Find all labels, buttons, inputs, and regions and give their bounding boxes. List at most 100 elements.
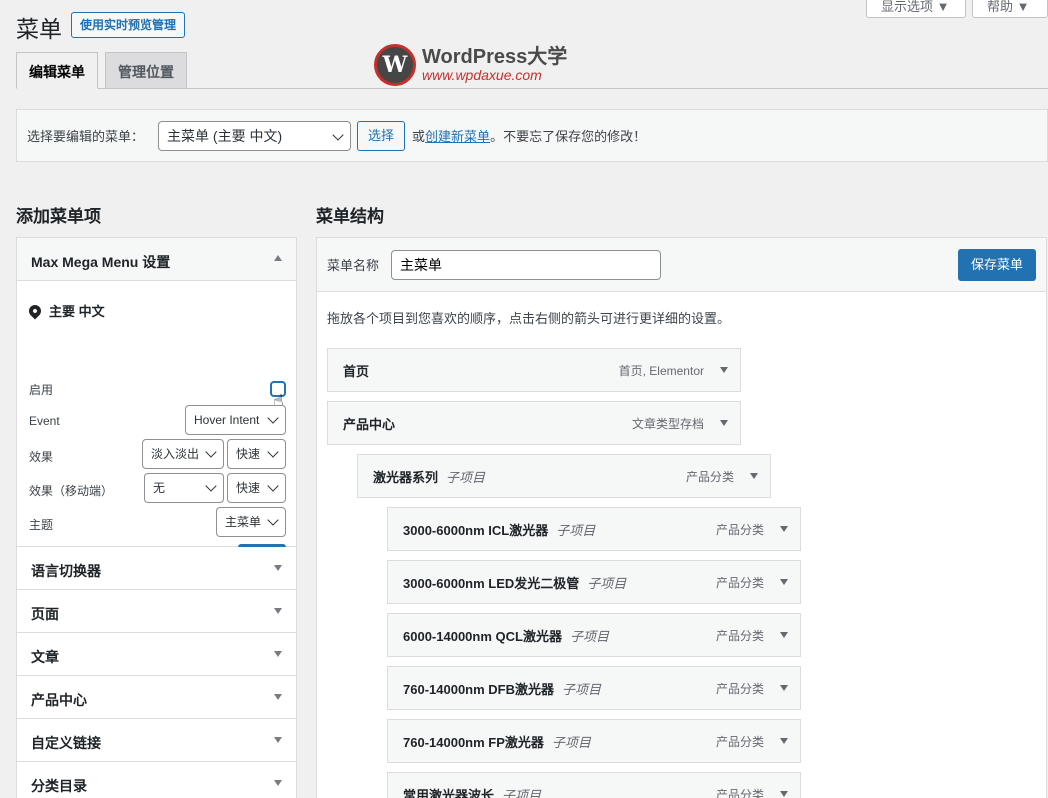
- panel-pages[interactable]: 页面: [17, 590, 296, 633]
- select-menu-button[interactable]: 选择: [357, 120, 406, 151]
- mobile-effect-speed-select[interactable]: 快速: [227, 473, 286, 503]
- menu-item[interactable]: 产品中心 文章类型存档: [327, 401, 741, 445]
- event-select[interactable]: Hover Intent: [185, 405, 286, 435]
- menu-item-title: 6000-14000nm QCL激光器: [403, 628, 562, 644]
- menu-item-title: 首页: [343, 363, 370, 379]
- menu-item-subitem-tag: 子项目: [562, 681, 602, 697]
- theme-label: 主题: [29, 518, 54, 532]
- menu-item-type: 首页, Elementor: [618, 363, 704, 378]
- menu-item-subitem-tag: 子项目: [551, 734, 591, 750]
- tabs-divider: [16, 88, 1048, 89]
- menu-item[interactable]: 首页 首页, Elementor: [327, 348, 741, 392]
- add-menu-items-panel: Max Mega Menu 设置 主要 中文 启用 ☝ Event Hover …: [16, 237, 297, 798]
- theme-select[interactable]: 主菜单: [216, 507, 286, 537]
- expand-arrow-icon[interactable]: [274, 737, 282, 743]
- watermark-logo: W WordPress大学 www.wpdaxue.com: [374, 44, 567, 86]
- menu-item[interactable]: 760-14000nm DFB激光器 子项目 产品分类: [387, 666, 801, 710]
- logo-brand-text: WordPress大学: [422, 46, 568, 68]
- menu-item-type: 产品分类: [715, 628, 764, 643]
- mobile-effect-label: 效果（移动端）: [29, 484, 114, 498]
- menu-item[interactable]: 3000-6000nm ICL激光器 子项目 产品分类: [387, 507, 801, 551]
- expand-arrow-icon[interactable]: [780, 632, 788, 638]
- menu-item-title: 3000-6000nm ICL激光器: [403, 522, 549, 538]
- menu-item-type: 产品分类: [715, 575, 764, 590]
- logo-url-text: www.wpdaxue.com: [422, 67, 542, 83]
- collapse-arrow-icon[interactable]: [274, 255, 282, 261]
- add-menu-items-title: 添加菜单项: [16, 207, 101, 226]
- menu-item-title: 激光器系列: [373, 469, 439, 485]
- event-label: Event: [29, 414, 60, 428]
- help-button[interactable]: 帮助 ▼: [972, 0, 1048, 18]
- expand-arrow-icon[interactable]: [780, 579, 788, 585]
- effect-select[interactable]: 淡入淡出: [142, 439, 224, 469]
- menu-item-type: 文章类型存档: [631, 416, 704, 431]
- menu-item-subitem-tag: 子项目: [587, 575, 627, 591]
- tab-edit-menu[interactable]: 编辑菜单: [16, 52, 98, 89]
- menu-item-title: 3000-6000nm LED发光二极管: [403, 575, 580, 591]
- menu-item-title: 产品中心: [343, 416, 396, 432]
- menu-item-type: 产品分类: [715, 787, 764, 798]
- expand-arrow-icon[interactable]: [780, 791, 788, 797]
- panel-products[interactable]: 产品中心: [17, 676, 296, 719]
- chevron-down-icon: [267, 514, 279, 526]
- menu-instructions: 拖放各个项目到您喜欢的顺序，点击右侧的箭头可进行更详细的设置。: [327, 311, 731, 326]
- expand-arrow-icon[interactable]: [274, 608, 282, 614]
- menu-item[interactable]: 6000-14000nm QCL激光器 子项目 产品分类: [387, 613, 801, 657]
- menu-item[interactable]: 激光器系列 子项目 产品分类: [357, 454, 771, 498]
- menu-item[interactable]: 3000-6000nm LED发光二极管 子项目 产品分类: [387, 560, 801, 604]
- chevron-down-icon: [205, 446, 217, 458]
- screen-meta: 显示选项 ▼ 帮助 ▼: [866, 0, 1048, 18]
- expand-arrow-icon[interactable]: [720, 367, 728, 373]
- menu-item-type: 产品分类: [715, 734, 764, 749]
- effect-speed-select[interactable]: 快速: [227, 439, 286, 469]
- menu-select-value: 主菜单 (主要 中文): [167, 127, 283, 144]
- menu-item-subitem-tag: 子项目: [446, 469, 486, 485]
- expand-arrow-icon[interactable]: [274, 651, 282, 657]
- live-preview-button[interactable]: 使用实时预览管理: [71, 12, 186, 38]
- save-menu-button[interactable]: 保存菜单: [958, 249, 1036, 281]
- panel-custom-links[interactable]: 自定义链接: [17, 719, 296, 762]
- menu-item-subitem-tag: 子项目: [569, 628, 609, 644]
- menu-name-header: 菜单名称 保存菜单: [317, 238, 1046, 292]
- panel-categories[interactable]: 分类目录: [17, 762, 296, 798]
- chevron-down-icon: [267, 412, 279, 424]
- expand-arrow-icon[interactable]: [750, 473, 758, 479]
- menu-item-type: 产品分类: [715, 522, 764, 537]
- location-pin-icon: [26, 302, 44, 319]
- chevron-down-icon: [205, 480, 217, 492]
- mobile-effect-select[interactable]: 无: [144, 473, 224, 503]
- menu-item-title: 常用激光器波长: [403, 787, 495, 798]
- expand-arrow-icon[interactable]: [780, 685, 788, 691]
- menu-item-title: 760-14000nm DFB激光器: [403, 681, 554, 697]
- chevron-down-icon: [267, 446, 279, 458]
- menu-structure-title: 菜单结构: [316, 207, 384, 226]
- panel-posts[interactable]: 文章: [17, 633, 296, 676]
- menu-select-bar: 选择要编辑的菜单： 主菜单 (主要 中文) 选择 或创建新菜单。不要忘了保存您的…: [16, 109, 1048, 162]
- menu-location: 主要 中文: [26, 301, 286, 320]
- mega-menu-settings-header[interactable]: Max Mega Menu 设置: [17, 238, 296, 281]
- menu-name-input[interactable]: [391, 249, 662, 280]
- tab-manage-locations[interactable]: 管理位置: [105, 52, 187, 88]
- expand-arrow-icon[interactable]: [720, 420, 728, 426]
- expand-arrow-icon[interactable]: [274, 780, 282, 786]
- menu-item-type: 产品分类: [685, 469, 734, 484]
- effect-label: 效果: [29, 450, 54, 464]
- create-menu-text: 或创建新菜单。不要忘了保存您的修改！: [412, 129, 647, 144]
- menu-select-dropdown[interactable]: 主菜单 (主要 中文): [158, 120, 352, 151]
- expand-arrow-icon[interactable]: [780, 526, 788, 532]
- mega-menu-settings-body: 主要 中文 启用 ☝ Event Hover Intent 效果 淡入淡出 快速…: [17, 281, 296, 574]
- expand-arrow-icon[interactable]: [274, 565, 282, 571]
- expand-arrow-icon[interactable]: [780, 738, 788, 744]
- page-title: 菜单: [16, 16, 62, 42]
- create-new-menu-link[interactable]: 创建新菜单: [425, 129, 490, 144]
- nav-tabs: 编辑菜单 管理位置: [16, 52, 187, 89]
- menu-item[interactable]: 常用激光器波长 子项目 产品分类: [387, 772, 801, 798]
- enable-label: 启用: [29, 383, 54, 397]
- select-menu-label: 选择要编辑的菜单：: [27, 129, 145, 144]
- menu-item-type: 产品分类: [715, 681, 764, 696]
- menu-item[interactable]: 760-14000nm FP激光器 子项目 产品分类: [387, 719, 801, 763]
- expand-arrow-icon[interactable]: [274, 694, 282, 700]
- screen-options-button[interactable]: 显示选项 ▼: [866, 0, 966, 18]
- panel-language-switcher[interactable]: 语言切换器: [17, 547, 296, 590]
- menu-structure-panel: 菜单名称 保存菜单 拖放各个项目到您喜欢的顺序，点击右侧的箭头可进行更详细的设置…: [316, 237, 1047, 798]
